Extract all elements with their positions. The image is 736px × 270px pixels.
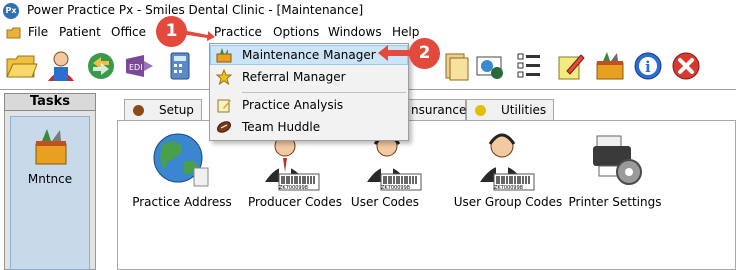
setup-tab-icon — [133, 105, 144, 116]
tab-setup-label: Setup — [159, 103, 194, 117]
team-huddle-label: Team Huddle — [242, 120, 321, 134]
tab-utilities[interactable]: Utilities — [466, 99, 554, 120]
star-icon — [216, 69, 232, 85]
tab-insurance-label: nsurance — [411, 103, 467, 117]
practice-address-label: Practice Address — [132, 195, 232, 209]
svg-text:i: i — [645, 58, 651, 76]
callout-1-badge: 1 — [156, 16, 187, 47]
toolbox-icon — [216, 48, 232, 63]
edi-icon[interactable]: EDI — [122, 49, 156, 83]
practice-analysis-label: Practice Analysis — [242, 98, 344, 112]
maintenance-toolbox-icon[interactable] — [593, 49, 627, 83]
menu-item-team-huddle[interactable]: Team Huddle — [210, 116, 408, 138]
notes-pencil-icon[interactable] — [553, 49, 587, 83]
utilities-tab-icon — [475, 105, 486, 116]
calculator-icon[interactable] — [163, 49, 197, 83]
menu-help[interactable]: Help — [392, 25, 419, 39]
notepad-icon — [217, 99, 231, 113]
open-folder-small-icon — [6, 27, 21, 39]
tab-utilities-label: Utilities — [501, 103, 547, 117]
user-codes-label: User Codes — [350, 195, 420, 209]
menu-options[interactable]: Options — [273, 25, 319, 39]
user-barcode-text: ZK7000998 — [381, 185, 410, 191]
producer-barcode-text: ZK7000998 — [279, 185, 308, 191]
patient-icon[interactable] — [44, 49, 78, 83]
about-info-icon[interactable]: i — [631, 49, 665, 83]
callout-2-badge: 2 — [409, 38, 440, 69]
svg-text:EDI: EDI — [129, 63, 143, 72]
headset-user-icon — [367, 134, 422, 191]
window-title: Power Practice Px - Smiles Dental Clinic… — [27, 3, 364, 17]
referral-manager-label: Referral Manager — [242, 70, 346, 84]
maintenance-manager-label: Maintenance Manager — [242, 48, 376, 62]
open-folder-icon[interactable] — [4, 49, 38, 83]
menu-practice[interactable]: Practice — [214, 25, 262, 39]
sync-arrows-icon[interactable] — [84, 49, 118, 83]
football-icon — [217, 121, 231, 133]
menu-bar: File Patient Office Practice Options Win… — [0, 22, 736, 64]
menu-item-referral-manager[interactable]: Referral Manager — [210, 66, 408, 88]
title-bar: Px Power Practice Px - Smiles Dental Cli… — [0, 0, 736, 22]
dropdown-separator — [242, 92, 406, 93]
user-group-icon — [480, 133, 535, 191]
menu-item-practice-analysis[interactable]: Practice Analysis — [210, 94, 408, 116]
user-group-codes-label: User Group Codes — [453, 195, 563, 209]
app-icon[interactable]: Px — [3, 3, 19, 19]
tasks-header: Tasks — [4, 93, 96, 111]
user-group-barcode-text: ZK7000998 — [494, 185, 523, 191]
menu-file[interactable]: File — [28, 25, 48, 39]
tab-setup[interactable]: Setup — [124, 99, 202, 120]
menu-patient[interactable]: Patient — [59, 25, 101, 39]
user-barcode-icon — [265, 133, 320, 191]
menu-office[interactable]: Office — [111, 25, 146, 39]
printer-gear-icon — [593, 135, 642, 185]
image-viewer-icon[interactable] — [473, 49, 507, 83]
printer-settings-label: Printer Settings — [568, 195, 662, 209]
task-maintenance-label: Mntnce — [27, 172, 73, 186]
menu-windows[interactable]: Windows — [328, 25, 382, 39]
exit-close-icon[interactable] — [669, 49, 703, 83]
checklist-icon[interactable] — [512, 49, 546, 83]
maintenance-toolbox-icon — [35, 129, 67, 165]
documents-icon[interactable] — [438, 49, 472, 83]
globe-icon — [153, 133, 209, 187]
